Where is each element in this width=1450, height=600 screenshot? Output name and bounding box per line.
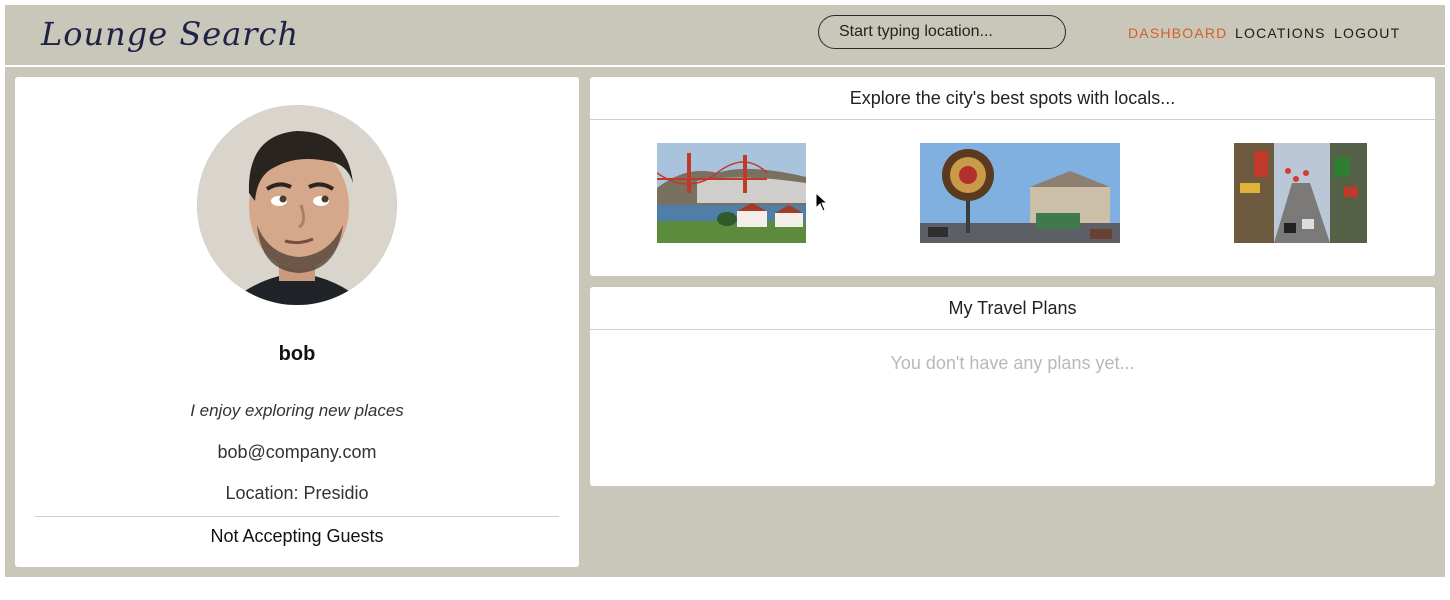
avatar [197, 105, 397, 305]
travel-plans-title: My Travel Plans [590, 287, 1435, 330]
location-search-input[interactable] [818, 15, 1066, 49]
profile-email: bob@company.com [217, 442, 377, 462]
spot-thumbnail-fishermans-wharf[interactable] [920, 143, 1120, 243]
nav-link-dashboard[interactable]: DASHBOARD [1128, 25, 1227, 41]
page-frame: Lounge Search DASHBOARD LOCATIONS LOGOUT [5, 5, 1445, 577]
empty-plans-message: You don't have any plans yet... [890, 353, 1135, 373]
nav-link-locations[interactable]: LOCATIONS [1235, 25, 1326, 41]
explore-card: Explore the city's best spots with local… [590, 77, 1435, 276]
profile-card: bob I enjoy exploring new places bob@com… [15, 77, 579, 567]
spot-thumbnail-golden-gate[interactable] [657, 143, 806, 243]
profile-divider [35, 516, 559, 517]
profile-location: Location: Presidio [225, 483, 369, 503]
profile-bio: I enjoy exploring new places [190, 401, 404, 420]
spot-thumbnail-chinatown[interactable] [1234, 143, 1367, 243]
avatar-photo [197, 105, 397, 305]
golden-gate-bridge-photo [657, 143, 806, 243]
top-navbar: Lounge Search DASHBOARD LOCATIONS LOGOUT [5, 5, 1445, 67]
nav-link-logout[interactable]: LOGOUT [1334, 25, 1400, 41]
travel-plans-card: My Travel Plans You don't have any plans… [590, 287, 1435, 486]
guest-status: Not Accepting Guests [210, 526, 384, 546]
explore-title: Explore the city's best spots with local… [590, 77, 1435, 120]
fishermans-wharf-photo [920, 143, 1120, 243]
chinatown-street-photo [1234, 143, 1367, 243]
profile-name: bob [278, 343, 316, 365]
mouse-pointer-icon [815, 191, 829, 217]
brand-logo[interactable]: Lounge Search [41, 15, 299, 53]
